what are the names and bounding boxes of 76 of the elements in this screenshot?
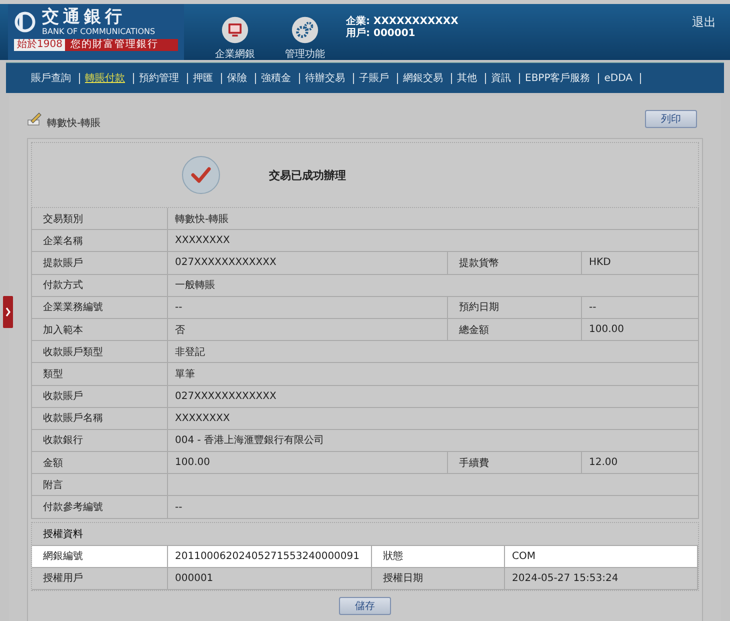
field-label: 收款賬戶名稱 xyxy=(43,412,103,426)
field-value: -- xyxy=(589,302,596,313)
field-value: COM xyxy=(512,550,536,562)
pencil-icon xyxy=(27,111,43,127)
field-label: 收款銀行 xyxy=(43,434,83,448)
field-value: 000001 xyxy=(175,572,214,584)
field-label: 付款參考編號 xyxy=(43,500,103,514)
field-label: 附言 xyxy=(43,478,63,492)
save-button[interactable]: 儲存 xyxy=(339,596,391,615)
corporate-banking-button[interactable]: 企業網銀 xyxy=(208,16,262,61)
field-value: 20110006202405271553240000091 xyxy=(175,550,360,562)
nav-item[interactable]: EBPP客戶服務 xyxy=(520,71,598,85)
field-value: -- xyxy=(175,502,182,513)
field-value: 2024-05-27 15:53:24 xyxy=(512,572,618,584)
side-expand-icon[interactable] xyxy=(3,296,13,328)
field-value: 非登記 xyxy=(175,346,205,359)
field-value: 100.00 xyxy=(175,457,210,468)
field-value: 否 xyxy=(175,324,185,337)
field-value: 轉數快-轉賬 xyxy=(175,212,229,226)
field-label: 交易類別 xyxy=(43,212,83,226)
field-value: 一般轉賬 xyxy=(175,279,215,292)
field-label: 收款賬戶 xyxy=(43,390,83,404)
field-label: 狀態 xyxy=(383,550,403,564)
field-label: 企業名稱 xyxy=(43,234,83,248)
section-title: 授權資料 xyxy=(43,528,83,541)
nav-item[interactable]: 待辦交易 xyxy=(300,71,353,85)
nav-item[interactable]: 賬戶查詢 xyxy=(26,71,79,85)
field-label: 類型 xyxy=(43,368,63,381)
field-value: 100.00 xyxy=(589,324,624,336)
field-label: 授權日期 xyxy=(383,572,423,586)
field-label: 金額 xyxy=(43,456,63,470)
slogan-text: 您的財富管理銀行 xyxy=(69,39,158,51)
field-value: XXXXXXXX xyxy=(175,235,230,246)
nav-item[interactable]: 保險 xyxy=(222,71,255,85)
monitor-icon xyxy=(221,16,249,44)
field-label: 企業業務編號 xyxy=(43,300,103,314)
nav-item[interactable]: 押匯 xyxy=(188,71,221,85)
field-value: HKD xyxy=(589,257,611,268)
field-value: 027XXXXXXXXXXXX xyxy=(175,257,276,268)
field-label: 付款方式 xyxy=(43,278,83,292)
field-label: 提款賬戶 xyxy=(43,256,83,270)
gears-icon xyxy=(291,16,319,44)
bank-name-english: BANK OF COMMUNICATIONS xyxy=(42,27,156,36)
checkmark-icon xyxy=(181,155,221,195)
field-value: 027XXXXXXXXXXXX xyxy=(175,390,276,402)
print-button[interactable]: 列印 xyxy=(645,110,697,128)
management-button[interactable]: 管理功能 xyxy=(278,16,332,61)
nav-item[interactable]: eDDA xyxy=(599,72,640,84)
nav-item[interactable]: 轉賬付款 xyxy=(80,71,133,85)
since-label: 始於1908 xyxy=(14,39,66,51)
nav-item[interactable]: 資訊 xyxy=(486,71,519,85)
field-label: 總金額 xyxy=(459,324,489,337)
logo-mark-icon xyxy=(14,11,36,33)
nav-item[interactable]: 強積金 xyxy=(256,71,299,85)
user-info: 用戶: 000001 xyxy=(346,28,416,40)
field-value: -- xyxy=(175,302,182,313)
nav-item[interactable]: 其他 xyxy=(452,71,485,85)
field-value: 12.00 xyxy=(589,457,618,468)
field-label: 手續費 xyxy=(459,456,489,470)
field-value: XXXXXXXX xyxy=(175,412,230,424)
field-value: 004 - 香港上海滙豐銀行有限公司 xyxy=(175,434,324,448)
field-label: 預約日期 xyxy=(459,300,499,314)
bank-name: 交通銀行 xyxy=(42,8,127,27)
field-label: 授權用戶 xyxy=(43,572,83,586)
nav-item[interactable]: 預約管理 xyxy=(134,71,187,85)
field-label: 網銀編號 xyxy=(43,550,83,564)
page-title: 轉數快-轉賬 xyxy=(47,116,102,130)
user-info: 企業: XXXXXXXXXXX xyxy=(346,16,458,28)
field-value: 單筆 xyxy=(175,368,195,381)
nav-item[interactable]: 網銀交易 xyxy=(398,71,451,85)
success-message: 交易已成功辦理 xyxy=(269,168,346,182)
field-label: 收款賬戶類型 xyxy=(43,346,103,359)
field-label: 提款貨幣 xyxy=(459,256,499,270)
field-label: 加入範本 xyxy=(43,324,83,337)
nav-item[interactable]: 子賬戶 xyxy=(354,71,397,85)
logout-link[interactable]: 退出 xyxy=(692,14,716,31)
